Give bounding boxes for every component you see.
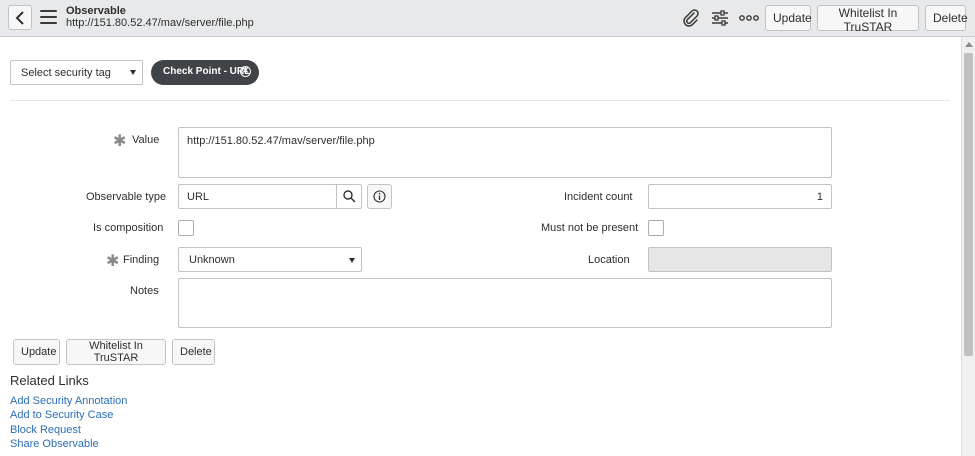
header-delete-button[interactable]: Delete (925, 5, 968, 31)
related-link-add-security-annotation[interactable]: Add Security Annotation (10, 395, 127, 407)
location-field (648, 247, 832, 272)
required-asterisk-icon: ✱ (113, 133, 127, 150)
vertical-scrollbar[interactable] (961, 37, 975, 456)
more-icon[interactable] (739, 8, 759, 28)
back-icon (15, 10, 24, 25)
chevron-down-icon (349, 258, 355, 263)
incident-count-value: 1 (816, 191, 823, 203)
divider (10, 100, 950, 101)
value-label: Value (132, 134, 160, 146)
security-tag-placeholder: Select security tag (21, 67, 111, 79)
notes-label: Notes (130, 285, 159, 297)
header-update-button[interactable]: Update (765, 5, 812, 31)
sliders-icon[interactable] (710, 8, 730, 28)
is-composition-label: Is composition (93, 222, 164, 234)
must-not-be-present-checkbox[interactable] (648, 220, 664, 236)
observable-type-input[interactable]: URL (178, 184, 337, 209)
observable-type-label: Observable type (86, 191, 167, 203)
related-link-share-observable[interactable]: Share Observable (10, 438, 99, 450)
search-icon (342, 190, 356, 203)
value-field[interactable]: http://151.80.52.47/mav/server/file.php (178, 127, 832, 178)
whitelist-button[interactable]: Whitelist In TruSTAR (66, 339, 166, 365)
info-icon (373, 190, 386, 203)
update-button[interactable]: Update (13, 339, 60, 365)
security-tag-label: Check Point - URL (163, 66, 251, 77)
chevron-down-icon (130, 70, 136, 75)
related-link-block-request[interactable]: Block Request (10, 424, 81, 436)
value-text: http://151.80.52.47/mav/server/file.php (187, 135, 375, 147)
back-button[interactable] (8, 5, 32, 30)
header-whitelist-button[interactable]: Whitelist In TruSTAR (817, 5, 919, 34)
is-composition-checkbox[interactable] (178, 220, 194, 236)
menu-icon[interactable] (40, 10, 57, 24)
observable-type-value: URL (187, 191, 210, 203)
security-tag-select[interactable]: Select security tag (10, 60, 143, 85)
security-tag-pill[interactable]: Check Point - URL ✕ (151, 60, 259, 85)
scroll-up-arrow-icon[interactable] (965, 42, 973, 47)
finding-select[interactable]: Unknown (178, 247, 362, 272)
related-link-add-to-security-case[interactable]: Add to Security Case (10, 409, 113, 421)
related-links-title: Related Links (10, 373, 89, 388)
location-label: Location (588, 254, 630, 266)
page-subtitle: http://151.80.52.47/mav/server/file.php (66, 17, 254, 29)
form-header: Observable http://151.80.52.47/mav/serve… (0, 0, 975, 37)
paperclip-icon[interactable] (681, 8, 701, 28)
title-block: Observable http://151.80.52.47/mav/serve… (66, 5, 254, 29)
delete-button[interactable]: Delete (172, 339, 215, 365)
scroll-thumb[interactable] (964, 53, 973, 356)
info-button[interactable] (367, 184, 392, 209)
notes-textarea[interactable] (178, 278, 832, 328)
remove-tag-icon[interactable]: ✕ (240, 66, 251, 77)
page-title: Observable (66, 5, 126, 17)
finding-value: Unknown (189, 254, 235, 266)
incident-count-label: Incident count (564, 191, 633, 203)
incident-count-input[interactable]: 1 (648, 184, 832, 209)
lookup-button[interactable] (336, 184, 362, 209)
must-not-be-present-label: Must not be present (541, 222, 639, 234)
required-asterisk-icon: ✱ (106, 253, 120, 270)
finding-label: Finding (123, 254, 160, 266)
